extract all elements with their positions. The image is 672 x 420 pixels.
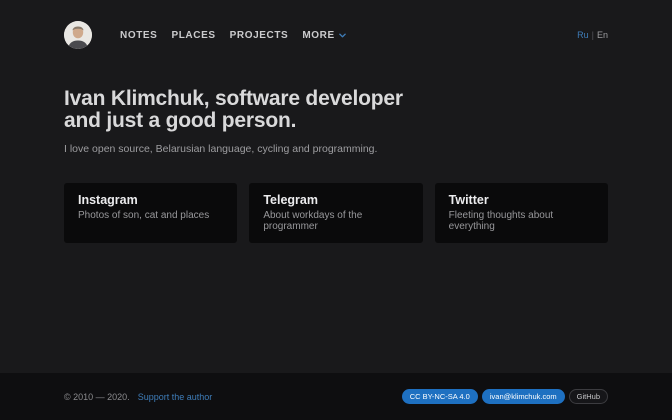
page-title: Ivan Klimchuk, software developer and ju…: [64, 88, 608, 132]
card-instagram-title: Instagram: [78, 193, 223, 207]
footer-left: © 2010 — 2020. Support the author: [64, 392, 212, 402]
card-instagram-description: Photos of son, cat and places: [78, 210, 223, 221]
chevron-down-icon: [339, 32, 346, 39]
copyright-text: © 2010 — 2020.: [64, 392, 130, 402]
nav-item-notes[interactable]: NOTES: [120, 30, 157, 41]
avatar-photo: [64, 21, 92, 49]
page-title-line1: Ivan Klimchuk, software developer: [64, 87, 403, 110]
footer: © 2010 — 2020. Support the author CC BY-…: [0, 373, 672, 420]
lang-current-en: En: [597, 30, 608, 40]
main-nav: NOTES PLACES PROJECTS MORE: [106, 30, 346, 41]
email-badge[interactable]: ivan@klimchuk.com: [482, 389, 565, 404]
card-telegram[interactable]: Telegram About workdays of the programme…: [249, 183, 422, 243]
page-subtitle: I love open source, Belarusian language,…: [64, 143, 608, 155]
card-twitter[interactable]: Twitter Fleeting thoughts about everythi…: [435, 183, 608, 243]
support-author-link[interactable]: Support the author: [138, 392, 213, 402]
nav-item-more-label: MORE: [302, 30, 334, 41]
card-telegram-title: Telegram: [263, 193, 408, 207]
nav-item-places[interactable]: PLACES: [171, 30, 215, 41]
nav-item-projects[interactable]: PROJECTS: [230, 30, 289, 41]
main-content: Ivan Klimchuk, software developer and ju…: [0, 50, 672, 373]
language-switcher: Ru|En: [577, 30, 608, 40]
lang-separator: |: [592, 30, 594, 40]
card-twitter-description: Fleeting thoughts about everything: [449, 210, 594, 232]
lang-link-ru[interactable]: Ru: [577, 30, 589, 40]
license-badge[interactable]: CC BY-NC-SA 4.0: [402, 389, 478, 404]
social-cards: Instagram Photos of son, cat and places …: [64, 183, 608, 243]
card-twitter-title: Twitter: [449, 193, 594, 207]
header: NOTES PLACES PROJECTS MORE Ru|En: [0, 0, 672, 50]
github-badge[interactable]: GitHub: [569, 389, 608, 404]
card-telegram-description: About workdays of the programmer: [263, 210, 408, 232]
nav-item-more[interactable]: MORE: [302, 30, 345, 41]
avatar[interactable]: [64, 21, 92, 49]
footer-badges: CC BY-NC-SA 4.0 ivan@klimchuk.com GitHub: [402, 389, 608, 404]
card-instagram[interactable]: Instagram Photos of son, cat and places: [64, 183, 237, 243]
page-title-line2: and just a good person.: [64, 109, 296, 132]
